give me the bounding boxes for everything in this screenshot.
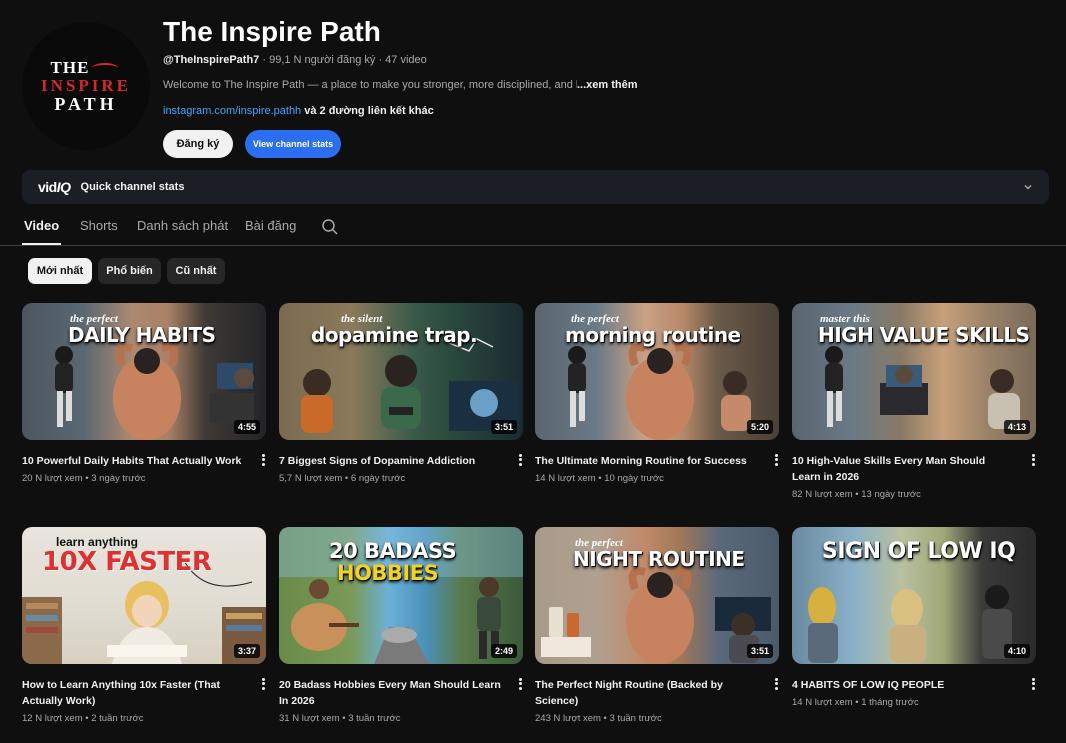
video-card[interactable]: master this HIGH VALUE SKILLS 4:13 10 Hi…	[792, 303, 1036, 500]
avatar-text-path: PATH	[54, 93, 118, 114]
more-vert-icon[interactable]	[258, 677, 268, 691]
video-card[interactable]: the perfect NIGHT ROUTINE 3:51 The Perfe…	[535, 527, 779, 724]
video-duration: 4:10	[1003, 644, 1030, 658]
video-title[interactable]: 20 Badass Hobbies Every Man Should Learn…	[279, 677, 501, 709]
view-channel-stats-button[interactable]: View channel stats	[245, 130, 341, 158]
video-duration: 4:55	[233, 420, 260, 434]
video-card[interactable]: the silent dopamine trap. 3:51 7 Biggest…	[279, 303, 523, 484]
video-meta: 82 N lượt xem • 13 ngày trước	[792, 489, 921, 500]
video-thumbnail[interactable]: master this HIGH VALUE SKILLS 4:13	[792, 303, 1036, 440]
tab-shorts[interactable]: Shorts	[80, 218, 118, 233]
active-tab-indicator	[22, 243, 61, 245]
more-vert-icon[interactable]	[515, 677, 525, 691]
video-duration: 3:51	[746, 644, 773, 658]
thumbnail-big-text: DAILY HABITS	[68, 323, 216, 347]
avatar-text-the: THE	[50, 57, 90, 77]
thumbnail-big-text: dopamine trap.	[311, 323, 478, 347]
channel-title: The Inspire Path	[163, 16, 381, 47]
video-meta: 14 N lượt xem • 10 ngày trước	[535, 473, 664, 484]
more-vert-icon[interactable]	[515, 453, 525, 467]
chip-popular[interactable]: Phổ biến	[98, 258, 161, 284]
channel-avatar[interactable]: THE INSPIRE PATH	[22, 22, 150, 150]
channel-header: THE INSPIRE PATH The Inspire Path @TheIn…	[22, 16, 1052, 160]
video-thumbnail[interactable]: the perfect NIGHT ROUTINE 3:51	[535, 527, 779, 664]
chevron-down-icon[interactable]	[1023, 182, 1033, 192]
more-vert-icon[interactable]	[1028, 453, 1038, 467]
video-card[interactable]: the perfect DAILY HABITS 4:55 10 Powerfu…	[22, 303, 266, 484]
video-thumbnail[interactable]: the perfect morning routine 5:20	[535, 303, 779, 440]
video-meta: 243 N lượt xem • 3 tuần trước	[535, 713, 662, 724]
video-meta: 5,7 N lượt xem • 6 ngày trước	[279, 473, 406, 484]
more-links[interactable]: và 2 đường liên kết khác	[301, 105, 434, 117]
tab-playlists[interactable]: Danh sách phát	[137, 218, 228, 233]
video-title[interactable]: 4 HABITS OF LOW IQ PEOPLE	[792, 677, 1014, 693]
video-thumbnail[interactable]: SIGN OF LOW IQ 4:10	[792, 527, 1036, 664]
thumbnail-big-text: SIGN OF LOW IQ	[822, 539, 1016, 564]
more-vert-icon[interactable]	[258, 453, 268, 467]
subscribe-button[interactable]: Đăng ký	[163, 130, 233, 158]
thumbnail-big-text: morning routine	[565, 323, 741, 347]
video-title[interactable]: The Ultimate Morning Routine for Success	[535, 453, 757, 469]
channel-tabs: Video Shorts Danh sách phát Bài đăng	[0, 208, 1066, 246]
video-duration: 4:13	[1003, 420, 1030, 434]
video-title[interactable]: The Perfect Night Routine (Backed by Sci…	[535, 677, 757, 709]
video-duration: 3:37	[233, 644, 260, 658]
more-vert-icon[interactable]	[1028, 677, 1038, 691]
channel-meta: @TheInspirePath7 · 99,1 N người đăng ký …	[163, 54, 427, 66]
instagram-link[interactable]: instagram.com/inspire.pathh	[163, 105, 301, 117]
search-icon[interactable]	[321, 218, 339, 236]
video-duration: 3:51	[490, 420, 517, 434]
video-thumbnail[interactable]: learn anything 10X FASTER 3:37	[22, 527, 266, 664]
channel-links: instagram.com/inspire.pathh và 2 đường l…	[163, 105, 434, 117]
video-title[interactable]: How to Learn Anything 10x Faster (That A…	[22, 677, 244, 709]
channel-handle: @TheInspirePath7	[163, 54, 260, 66]
avatar-text-inspire: INSPIRE	[41, 75, 131, 95]
more-vert-icon[interactable]	[771, 677, 781, 691]
thumbnail-small-text: 20 BADASS	[329, 539, 457, 563]
video-card[interactable]: the perfect morning routine 5:20 The Ult…	[535, 303, 779, 484]
vidiq-quick-stats-bar[interactable]: vidIQ Quick channel stats	[22, 170, 1049, 204]
thumbnail-big-text: HIGH VALUE SKILLS	[818, 323, 1030, 347]
book-icon	[92, 62, 119, 73]
video-card[interactable]: learn anything 10X FASTER 3:37 How to Le…	[22, 527, 266, 724]
vidiq-logo: vidIQ	[38, 179, 71, 195]
video-title[interactable]: 10 Powerful Daily Habits That Actually W…	[22, 453, 244, 469]
show-more-link[interactable]: ...xem thêm	[577, 79, 638, 91]
video-meta: 12 N lượt xem • 2 tuần trước	[22, 713, 144, 724]
video-meta: 31 N lượt xem • 3 tuần trước	[279, 713, 401, 724]
tab-posts[interactable]: Bài đăng	[245, 218, 296, 233]
description-text: Welcome to The Inspire Path — a place to…	[163, 79, 577, 91]
video-title[interactable]: 10 High-Value Skills Every Man Should Le…	[792, 453, 1014, 485]
video-thumbnail[interactable]: the silent dopamine trap. 3:51	[279, 303, 523, 440]
video-title[interactable]: 7 Biggest Signs of Dopamine Addiction	[279, 453, 501, 469]
more-vert-icon[interactable]	[771, 453, 781, 467]
channel-stats: · 99,1 N người đăng ký · 47 video	[259, 54, 427, 66]
chip-oldest[interactable]: Cũ nhất	[167, 258, 225, 284]
video-duration: 5:20	[746, 420, 773, 434]
video-meta: 14 N lượt xem • 1 tháng trước	[792, 697, 919, 708]
video-meta: 20 N lượt xem • 3 ngày trước	[22, 473, 146, 484]
thumbnail-big-text: HOBBIES	[337, 561, 439, 585]
thumbnail-big-text: NIGHT ROUTINE	[573, 547, 745, 571]
video-thumbnail[interactable]: the perfect DAILY HABITS 4:55	[22, 303, 266, 440]
thumbnail-big-text: 10X FASTER	[42, 547, 212, 577]
video-thumbnail[interactable]: 20 BADASS HOBBIES 2:49	[279, 527, 523, 664]
vidiq-title: Quick channel stats	[80, 181, 185, 193]
video-card[interactable]: SIGN OF LOW IQ 4:10 4 HABITS OF LOW IQ P…	[792, 527, 1036, 708]
video-duration: 2:49	[490, 644, 517, 658]
chip-newest[interactable]: Mới nhất	[28, 258, 92, 284]
channel-description[interactable]: Welcome to The Inspire Path — a place to…	[163, 79, 638, 91]
tab-video[interactable]: Video	[24, 218, 59, 233]
video-card[interactable]: 20 BADASS HOBBIES 2:49 20 Badass Hobbies…	[279, 527, 523, 724]
